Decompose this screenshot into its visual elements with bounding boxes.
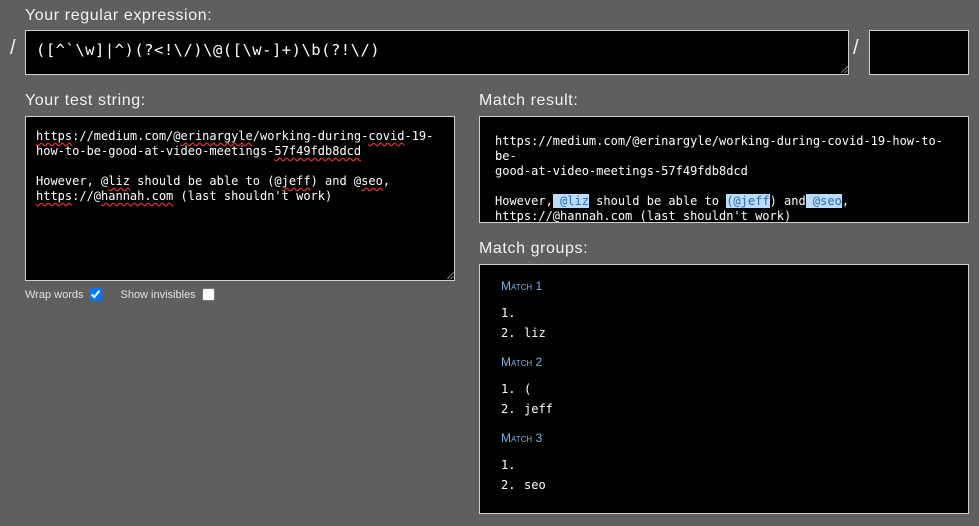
match-group-title: Match 1: [501, 279, 543, 293]
match-result-label: Match result:: [479, 92, 579, 109]
group-item: 1.: [501, 458, 516, 472]
test-line-1: https://medium.com/@erinargyle/working-d…: [36, 129, 434, 143]
regex-close-delimiter: /: [853, 37, 859, 59]
match-group: Match 3 1. 2. seo: [501, 431, 947, 495]
match-highlight: @liz: [552, 194, 589, 208]
result-line-2: good-at-video-meetings-57f49fdb8dcd: [495, 164, 748, 178]
group-item: 1.(: [501, 382, 532, 396]
regex-value: ([^`\w]|^)(?<!\/)\@([\w-]+)\b(?!\/): [36, 41, 381, 59]
resize-handle-icon[interactable]: [839, 65, 847, 73]
test-line-2: how-to-be-good-at-video-meetings-57f49fd…: [36, 144, 362, 158]
regex-label: Your regular expression:: [25, 7, 213, 24]
match-groups-panel: Match 1 1. 2. liz Match 2 1.( 2. jeff Matc…: [479, 264, 969, 514]
test-line-4: https://@hannah.com (last shouldn't work…: [36, 189, 333, 203]
test-options: Wrap words Show invisibles: [25, 288, 215, 301]
result-line-3: However, @liz should be able to (@jeff) …: [495, 194, 850, 208]
group-item: 2. jeff: [501, 402, 553, 416]
result-line-1: https://medium.com/@erinargyle/working-d…: [495, 134, 943, 163]
match-result-panel: https://medium.com/@erinargyle/working-d…: [479, 116, 969, 223]
result-line-4: https://@hannah.com (last shouldn't work…: [495, 209, 792, 223]
test-string-label: Your test string:: [25, 92, 146, 109]
match-group: Match 1 1. 2. liz: [501, 279, 947, 343]
match-group-title: Match 3: [501, 431, 543, 445]
regex-open-delimiter: /: [10, 37, 16, 59]
show-invisibles-label: Show invisibles: [120, 288, 196, 301]
test-line-3: However, @liz should be able to (@jeff) …: [36, 174, 391, 188]
match-highlight: (@jeff: [726, 194, 770, 208]
show-invisibles-checkbox[interactable]: [201, 288, 215, 301]
group-item: 2. liz: [501, 326, 546, 340]
test-string-textarea[interactable]: https://medium.com/@erinargyle/working-d…: [25, 116, 455, 281]
regex-flags-input[interactable]: [869, 30, 969, 75]
group-item: 2. seo: [501, 478, 546, 492]
wrap-words-label: Wrap words: [25, 288, 84, 301]
resize-handle-icon[interactable]: [445, 271, 453, 279]
test-line-blank: [36, 159, 444, 174]
group-item: 1.: [501, 306, 516, 320]
regex-input[interactable]: ([^`\w]|^)(?<!\/)\@([\w-]+)\b(?!\/): [25, 30, 849, 75]
match-highlight: @seo: [805, 194, 842, 208]
wrap-words-checkbox[interactable]: [89, 288, 103, 301]
result-line-blank: [495, 179, 953, 194]
match-group: Match 2 1.( 2. jeff: [501, 355, 947, 419]
match-group-title: Match 2: [501, 355, 543, 369]
match-groups-label: Match groups:: [479, 240, 589, 257]
